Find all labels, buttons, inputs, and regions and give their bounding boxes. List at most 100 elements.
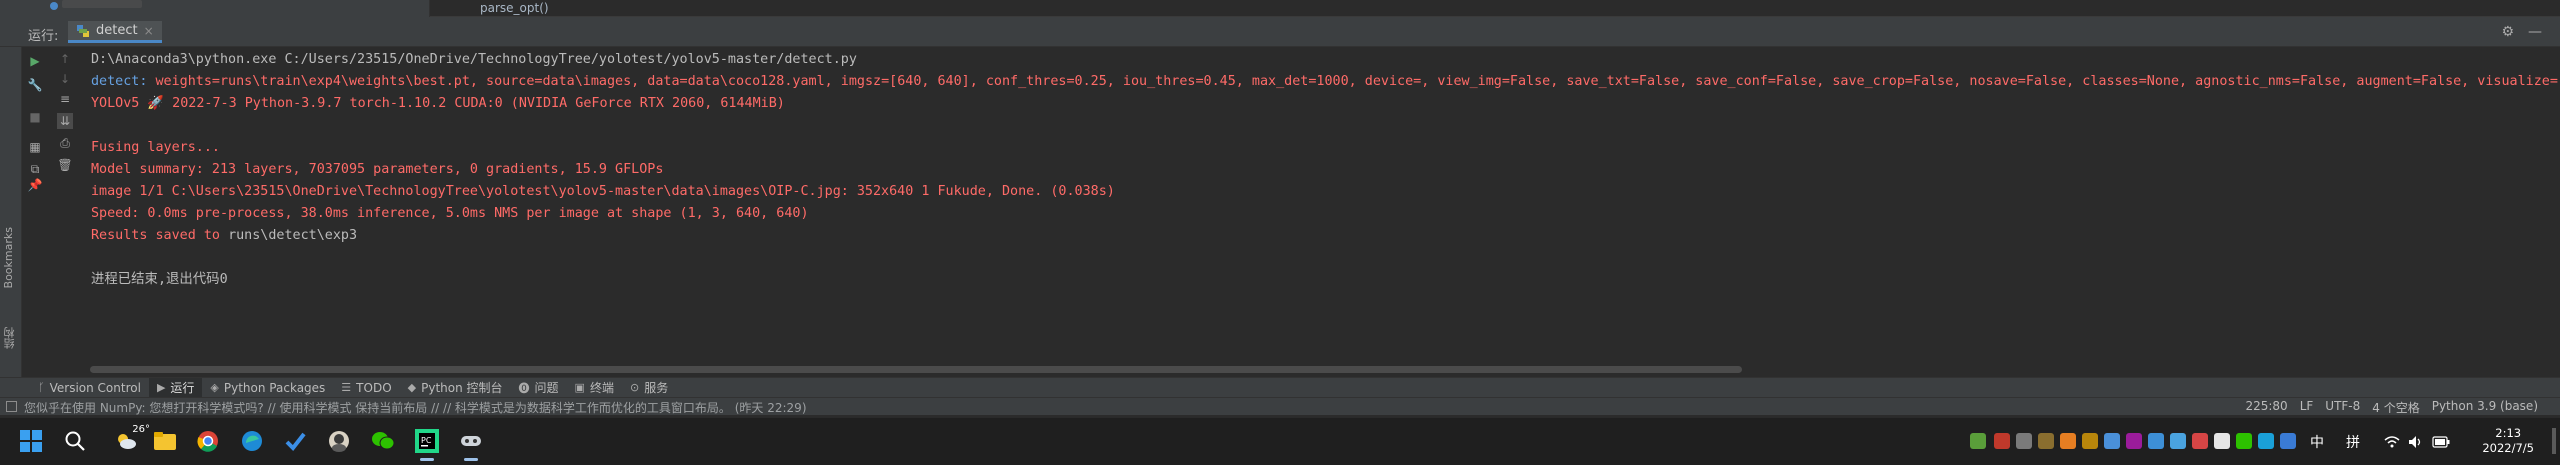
scroll-to-end-icon[interactable]: ⇊ [57,113,73,129]
editor-remnant-strip: parse_opt() [0,0,2560,17]
tab-version-control[interactable]: ᚴ Version Control [30,378,149,398]
close-icon[interactable]: × [144,24,154,38]
arrow-up-icon[interactable]: ↑ [57,51,73,67]
tray-app-icon[interactable] [2016,433,2032,449]
tab-python-console[interactable]: ◆ Python 控制台 [400,378,511,398]
wrench-icon[interactable]: 🔧 [27,77,43,93]
line-separator[interactable]: LF [2300,399,2314,416]
list-icon: ☰ [341,381,352,394]
tab-run[interactable]: ▶ 运行 [148,377,203,398]
show-desktop-button[interactable] [2552,428,2556,454]
minimize-icon[interactable]: — [2528,24,2542,40]
results-path-link[interactable]: runs\detect\exp3 [228,228,357,243]
services-icon: ⊙ [629,381,640,394]
shield-icon[interactable] [2060,433,2076,449]
tray-app-icon[interactable] [2082,433,2098,449]
restore-layout-icon[interactable]: ⧉ [27,161,43,177]
console-output[interactable]: D:\Anaconda3\python.exe C:/Users/23515/O… [88,47,2560,357]
notification-icon[interactable] [6,401,17,412]
tray-app-icon[interactable] [2192,433,2208,449]
pycharm-icon[interactable]: PC [412,426,442,461]
horizontal-scrollbar-thumb[interactable] [90,366,1742,373]
indent-setting[interactable]: 4 个空格 [2372,399,2419,416]
run-tab-label: detect [96,23,138,38]
layout-icon[interactable]: ▦ [27,139,43,155]
battery-icon[interactable] [2432,432,2450,452]
system-clock[interactable]: 2:13 2022/7/5 [2482,426,2534,456]
todo-check-icon[interactable] [280,426,310,456]
structure-tab[interactable]: 结构 [2,327,18,349]
print-icon[interactable]: ⎙ [57,135,73,151]
chrome-icon[interactable] [193,426,223,456]
file-icon [50,2,58,10]
run-tab-detect[interactable]: detect × [68,21,162,43]
tab-services[interactable]: ⊙ 服务 [622,378,676,398]
tab-label: 问题 [534,381,559,395]
packages-icon: ◈ [210,381,219,394]
gear-icon[interactable]: ⚙ [2501,24,2514,40]
windows-start-icon[interactable] [16,426,46,456]
onenote-icon[interactable] [2126,433,2142,449]
rerun-icon[interactable]: ▶ [27,53,43,69]
console-line: image 1/1 C:\Users\23515\OneDrive\Techno… [91,184,1115,199]
tray-app-icon[interactable] [2038,433,2054,449]
console-line: D:\Anaconda3\python.exe C:/Users/23515/O… [91,52,857,67]
avatar-app-icon[interactable] [324,426,354,456]
run-window-label: 运行: [28,29,59,44]
tray-app-icon[interactable] [2170,433,2186,449]
run-toolbar-primary: ▶ 🔧 ■ ▦ ⧉ 📌 [24,47,46,377]
arrow-down-icon[interactable]: ↓ [57,71,73,87]
tray-app-icon[interactable] [2280,433,2296,449]
clock-date: 2022/7/5 [2482,441,2534,455]
soft-wrap-icon[interactable]: ≡ [57,91,73,107]
windows-taskbar: 26° PC 中 拼 2:13 2022/7/5 [0,417,2560,465]
nvidia-tray-icon[interactable] [1970,433,1986,449]
trash-icon[interactable]: 🗑 [57,157,73,173]
tray-app-icon[interactable] [2214,433,2230,449]
ime-language[interactable]: 中 [2310,432,2324,452]
status-bar: 您似乎在使用 NumPy: 您想打开科学模式吗? // 使用科学模式 保持当前布… [0,397,2560,415]
game-controller-icon[interactable] [456,426,486,461]
volume-icon[interactable] [2408,432,2424,452]
weather-widget[interactable]: 26° [106,424,150,456]
ime-mode[interactable]: 拼 [2346,432,2360,452]
console-prefix: detect: [91,74,156,89]
wechat-icon[interactable] [368,426,398,456]
tray-app-icon[interactable] [2148,433,2164,449]
console-line: Fusing layers... [91,140,229,155]
file-encoding[interactable]: UTF-8 [2325,399,2360,416]
tray-app-icon[interactable] [2258,433,2274,449]
python-file-icon [77,24,89,37]
warning-icon: ⓿ [518,381,530,395]
tab-label: 终端 [589,381,614,395]
pin-icon[interactable]: 📌 [27,177,43,193]
console-line: Results saved to runs\detect\exp3 [91,225,357,247]
tab-label: Python Packages [223,380,326,395]
tab-terminal[interactable]: ▣ 终端 [567,378,622,398]
console-text: weights=runs\train\exp4\weights\best.pt,… [155,74,2558,89]
file-explorer-icon[interactable] [150,426,180,456]
editor-visible-function[interactable]: parse_opt() [480,0,549,16]
status-message[interactable]: 您似乎在使用 NumPy: 您想打开科学模式吗? // 使用科学模式 保持当前布… [24,399,807,416]
wifi-icon[interactable] [2384,432,2400,452]
wechat-tray-icon[interactable] [2236,433,2252,449]
tab-python-packages[interactable]: ◈ Python Packages [202,378,333,398]
project-tree-remnant [0,0,430,17]
console-line: YOLOv5 🚀 2022-7-3 Python-3.9.7 torch-1.1… [91,96,785,111]
console-prefix: Results saved to [91,228,229,243]
svg-text:PC: PC [421,436,432,445]
stop-icon[interactable]: ■ [27,109,43,125]
python-interpreter[interactable]: Python 3.9 (base) [2432,399,2538,416]
weather-temp: 26° [132,424,150,435]
tab-label: Version Control [49,380,141,395]
wps-tray-icon[interactable] [1994,433,2010,449]
project-tree-item[interactable] [62,0,142,8]
edge-icon[interactable] [237,426,267,456]
tab-problems[interactable]: ⓿ 问题 [511,378,567,398]
cursor-position[interactable]: 225:80 [2245,399,2287,416]
search-icon[interactable] [60,426,90,456]
clock-time: 2:13 [2495,426,2522,440]
bookmarks-tab[interactable]: Bookmarks [2,227,15,288]
tray-app-icon[interactable] [2104,433,2120,449]
tab-todo[interactable]: ☰ TODO [333,378,399,398]
